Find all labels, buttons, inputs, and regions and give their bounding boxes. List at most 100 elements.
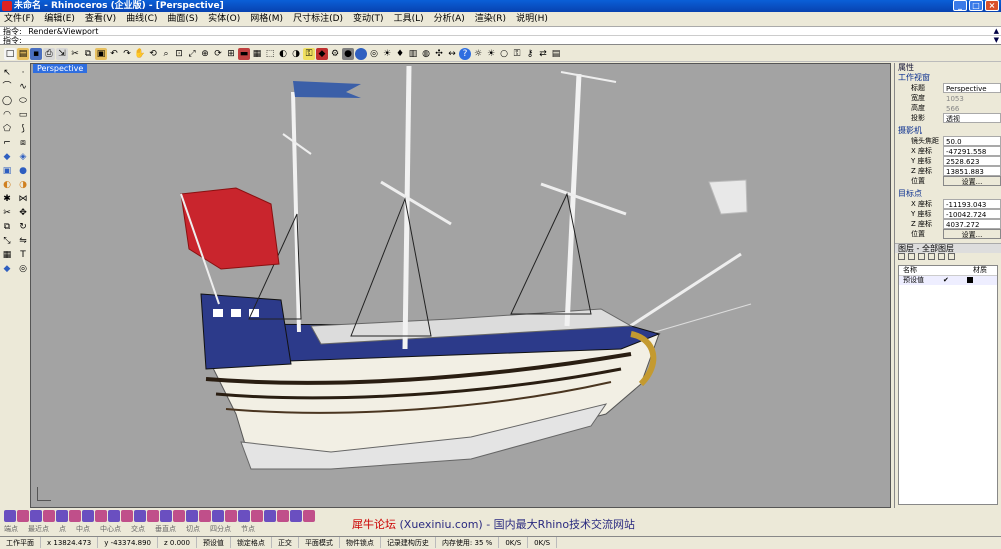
mesh-icon[interactable]: ◆ xyxy=(1,263,13,275)
menu-surface[interactable]: 曲面(S) xyxy=(167,13,198,25)
move-icon[interactable]: ✥ xyxy=(17,207,29,219)
lens-length-field[interactable]: 50.0 xyxy=(943,136,1001,146)
osnap-perp[interactable]: 垂直点 xyxy=(155,524,176,534)
cmd-icon-23[interactable] xyxy=(290,510,302,522)
cmd-icon-6[interactable] xyxy=(69,510,81,522)
view-icon[interactable]: ⊞ xyxy=(225,48,237,60)
cplane-icon[interactable]: ▬ xyxy=(238,48,250,60)
filter-icon[interactable] xyxy=(948,253,955,260)
cmd-icon-16[interactable] xyxy=(199,510,211,522)
bulb-on-icon[interactable]: ☀ xyxy=(485,48,497,60)
point-icon[interactable]: · xyxy=(17,67,29,79)
match-properties-icon[interactable]: ⇄ xyxy=(537,48,549,60)
undo-icon[interactable]: ↶ xyxy=(108,48,120,60)
status-ortho[interactable]: 正交 xyxy=(272,537,299,548)
rotate-view-icon[interactable]: ⟲ xyxy=(147,48,159,60)
cmd-icon-9[interactable] xyxy=(108,510,120,522)
rectangle-icon[interactable]: ▭ xyxy=(17,109,29,121)
camera-x-field[interactable]: -47291.558 xyxy=(943,146,1001,156)
cmd-icon-21[interactable] xyxy=(264,510,276,522)
dimension-icon[interactable]: ↔ xyxy=(446,48,458,60)
cmd-icon-8[interactable] xyxy=(95,510,107,522)
render-preview-icon[interactable]: ◎ xyxy=(368,48,380,60)
cmd-icon-15[interactable] xyxy=(186,510,198,522)
sphere-icon[interactable]: ● xyxy=(17,165,29,177)
menu-curve[interactable]: 曲线(C) xyxy=(126,13,157,25)
osnap-knot[interactable]: 节点 xyxy=(241,524,255,534)
osnap-mid[interactable]: 中点 xyxy=(76,524,90,534)
osnap-quad[interactable]: 四分点 xyxy=(210,524,231,534)
cmd-icon-19[interactable] xyxy=(238,510,250,522)
menu-transform[interactable]: 变动(T) xyxy=(353,13,384,25)
cmd-icon-2[interactable] xyxy=(17,510,29,522)
cmd-icon-7[interactable] xyxy=(82,510,94,522)
status-grid-snap[interactable]: 锁定格点 xyxy=(231,537,272,548)
hide-icon[interactable]: ◐ xyxy=(277,48,289,60)
minimize-button[interactable]: _ xyxy=(953,0,967,11)
freeform-icon[interactable]: ⟆ xyxy=(17,123,29,135)
copy-icon[interactable]: ⧉ xyxy=(82,48,94,60)
menu-view[interactable]: 查看(V) xyxy=(85,13,116,25)
layer-row[interactable]: 预设值 ✔ xyxy=(899,276,997,285)
camera-y-field[interactable]: 2528.623 xyxy=(943,156,1001,166)
scroll-up-icon[interactable]: ▲ xyxy=(994,27,999,35)
circle-icon[interactable]: ◯ xyxy=(1,95,13,107)
command-input[interactable] xyxy=(26,36,986,44)
menu-file[interactable]: 文件(F) xyxy=(4,13,34,25)
offset-icon[interactable]: ⧈ xyxy=(17,137,29,149)
maximize-button[interactable]: □ xyxy=(969,0,983,11)
mirror-icon[interactable]: ⇋ xyxy=(17,235,29,247)
menu-render[interactable]: 渲染(R) xyxy=(475,13,506,25)
bulb-off-icon[interactable]: ○ xyxy=(498,48,510,60)
new-file-icon[interactable]: □ xyxy=(4,48,16,60)
render-icon[interactable] xyxy=(355,48,367,60)
show-icon[interactable]: ◑ xyxy=(290,48,302,60)
select-arrow-icon[interactable]: ↖ xyxy=(1,67,13,79)
osnap-intersection[interactable]: 交点 xyxy=(131,524,145,534)
scale-icon[interactable]: ⤡ xyxy=(1,235,13,247)
select-icon[interactable]: ⬚ xyxy=(264,48,276,60)
command-scroll[interactable]: ▲ ▼ xyxy=(994,27,999,44)
camera-z-field[interactable]: 13851.883 xyxy=(943,166,1001,176)
unlock-object-icon[interactable]: ⚷ xyxy=(524,48,536,60)
menu-solid[interactable]: 实体(O) xyxy=(208,13,240,25)
cmd-icon-10[interactable] xyxy=(121,510,133,522)
cmd-icon-11[interactable] xyxy=(134,510,146,522)
layer-icon[interactable]: ◆ xyxy=(316,48,328,60)
lock-icon[interactable]: ⚿ xyxy=(303,48,315,60)
cmd-icon-18[interactable] xyxy=(225,510,237,522)
trim-icon[interactable]: ✂ xyxy=(1,207,13,219)
array-icon[interactable]: ▦ xyxy=(1,249,13,261)
close-button[interactable]: × xyxy=(985,0,999,11)
osnap-point[interactable]: 点 xyxy=(59,524,66,534)
status-history[interactable]: 记录建构历史 xyxy=(381,537,436,548)
open-file-icon[interactable]: ▤ xyxy=(17,48,29,60)
cmd-icon-17[interactable] xyxy=(212,510,224,522)
osnap-tan[interactable]: 切点 xyxy=(186,524,200,534)
target-x-field[interactable]: -11193.043 xyxy=(943,199,1001,209)
status-osnap[interactable]: 物件锁点 xyxy=(340,537,381,548)
copy-object-icon[interactable]: ⧉ xyxy=(1,221,13,233)
import-icon[interactable]: ⇲ xyxy=(56,48,68,60)
zoom-icon[interactable]: ⌕ xyxy=(160,48,172,60)
spotlight-icon[interactable]: ♦ xyxy=(394,48,406,60)
target-set-button[interactable]: 设置... xyxy=(943,229,1001,239)
redo-icon[interactable]: ↷ xyxy=(121,48,133,60)
cmd-icon-24[interactable] xyxy=(303,510,315,522)
undo-view-icon[interactable]: ⟳ xyxy=(212,48,224,60)
scroll-down-icon[interactable]: ▼ xyxy=(994,36,999,44)
layer-object-icon[interactable]: ▤ xyxy=(550,48,562,60)
menu-tools[interactable]: 工具(L) xyxy=(394,13,424,25)
zoom-window-icon[interactable]: ⊡ xyxy=(173,48,185,60)
osnap-near[interactable]: 最近点 xyxy=(28,524,49,534)
boolean-icon[interactable]: ◐ xyxy=(1,179,13,191)
fillet-icon[interactable]: ⌐ xyxy=(1,137,13,149)
light-icon[interactable]: ☀ xyxy=(381,48,393,60)
pan-icon[interactable]: ✋ xyxy=(134,48,146,60)
menu-mesh[interactable]: 网格(M) xyxy=(250,13,283,25)
menu-help[interactable]: 说明(H) xyxy=(516,13,548,25)
zoom-selected-icon[interactable]: ⊕ xyxy=(199,48,211,60)
arc-icon[interactable]: ◠ xyxy=(1,109,13,121)
target-z-field[interactable]: 4037.272 xyxy=(943,219,1001,229)
cmd-icon-20[interactable] xyxy=(251,510,263,522)
